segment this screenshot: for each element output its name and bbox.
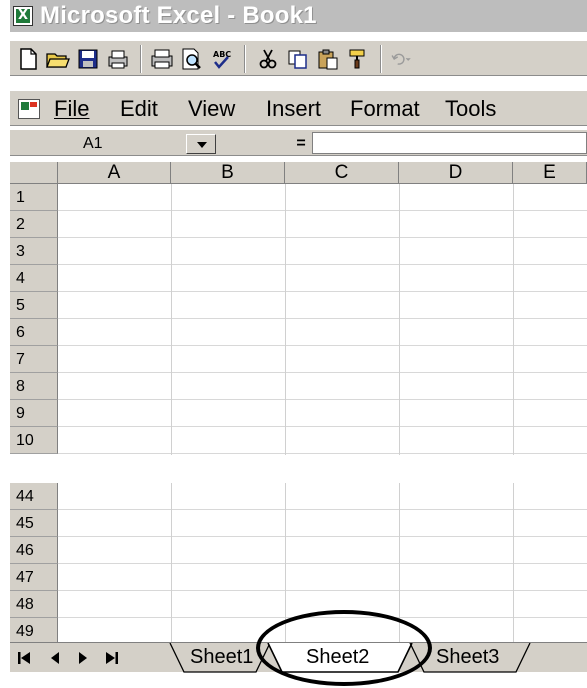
menu-edit-label: Edit	[120, 96, 158, 121]
column-header-a[interactable]: A	[58, 162, 171, 184]
menu-tools[interactable]: Tools	[445, 97, 496, 121]
toolbar-separator	[140, 45, 142, 73]
formula-input[interactable]	[312, 132, 587, 154]
row-gridline	[58, 372, 587, 373]
row-gridline	[58, 291, 587, 292]
last-sheet-icon[interactable]	[100, 647, 122, 669]
row-header-46[interactable]: 46	[10, 537, 58, 564]
column-header-b[interactable]: B	[171, 162, 285, 184]
menu-view[interactable]: View	[188, 97, 235, 121]
spelling-icon[interactable]: ABC	[208, 46, 236, 72]
name-box[interactable]: A1	[10, 132, 190, 154]
open-folder-icon[interactable]	[44, 46, 72, 72]
edit-formula-button[interactable]: =	[290, 135, 312, 153]
window-title: Microsoft Excel - Book1	[40, 2, 317, 29]
tab-sheet3-label: Sheet3	[436, 646, 500, 668]
row-gridline	[58, 509, 587, 510]
menu-file[interactable]: File	[54, 97, 89, 121]
row-header-48[interactable]: 48	[10, 591, 58, 618]
format-painter-icon[interactable]	[344, 46, 372, 72]
app-icon-glyph: X	[17, 8, 29, 23]
formula-bar: A1 =	[10, 130, 587, 156]
excel-window: X Microsoft Excel - Book1 ABC File Edit …	[0, 0, 587, 688]
row-header-7[interactable]: 7	[10, 346, 58, 373]
row-header-49[interactable]: 49	[10, 618, 58, 645]
workbook-icon[interactable]	[18, 99, 40, 119]
row-header-8[interactable]: 8	[10, 373, 58, 400]
menu-file-label: File	[54, 96, 90, 121]
row-gridline	[58, 264, 587, 265]
toolbar-separator	[380, 45, 382, 73]
column-gridline	[285, 184, 286, 455]
column-gridline	[513, 184, 514, 455]
row-header-10[interactable]: 10	[10, 427, 58, 454]
column-gridline	[399, 184, 400, 455]
cut-icon[interactable]	[254, 46, 282, 72]
copy-icon[interactable]	[284, 46, 312, 72]
row-header-45[interactable]: 45	[10, 510, 58, 537]
row-header-1[interactable]: 1	[10, 184, 58, 211]
paste-icon[interactable]	[314, 46, 342, 72]
skipped-rows-gap	[10, 455, 587, 483]
row-header-47[interactable]: 47	[10, 564, 58, 591]
print-preview-icon[interactable]	[104, 46, 132, 72]
menu-insert-label: Insert	[266, 96, 322, 121]
menu-tools-label: Tools	[445, 96, 497, 121]
column-header-d[interactable]: D	[399, 162, 513, 184]
row-gridline	[58, 426, 587, 427]
row-gridline	[58, 590, 587, 591]
row-header-9[interactable]: 9	[10, 400, 58, 427]
menu-bar: File Edit View Insert Format Tools	[10, 90, 587, 126]
standard-toolbar: ABC	[10, 40, 587, 76]
next-sheet-icon[interactable]	[72, 647, 94, 669]
previous-sheet-icon[interactable]	[44, 647, 66, 669]
menu-format[interactable]: Format	[350, 97, 420, 121]
row-gridline	[58, 210, 587, 211]
column-header-c[interactable]: C	[285, 162, 399, 184]
select-all-corner[interactable]	[10, 162, 58, 184]
row-gridline	[58, 345, 587, 346]
column-gridline	[513, 483, 514, 645]
undo-icon[interactable]	[390, 46, 418, 72]
name-box-dropdown-icon[interactable]	[186, 134, 216, 154]
row-header-3[interactable]: 3	[10, 238, 58, 265]
menu-insert[interactable]: Insert	[266, 97, 321, 121]
row-gridline	[58, 318, 587, 319]
row-gridline	[58, 453, 587, 454]
print-icon[interactable]	[148, 46, 176, 72]
menu-format-label: Format	[350, 96, 420, 121]
menu-edit[interactable]: Edit	[120, 97, 158, 121]
highlight-circle	[256, 610, 432, 686]
column-gridline	[171, 483, 172, 645]
excel-app-icon[interactable]: X	[13, 6, 33, 26]
worksheet-grid[interactable]: A B C D E 1 2 3 4 5 6 7 8 9 10 44 45 46 47 48 49	[10, 162, 587, 645]
row-header-4[interactable]: 4	[10, 265, 58, 292]
row-header-44[interactable]: 44	[10, 483, 58, 510]
tab-sheet1[interactable]: Sheet1	[170, 644, 253, 672]
column-gridline	[171, 184, 172, 455]
column-header-e[interactable]: E	[513, 162, 587, 184]
row-gridline	[58, 536, 587, 537]
row-gridline	[58, 563, 587, 564]
row-header-6[interactable]: 6	[10, 319, 58, 346]
first-sheet-icon[interactable]	[14, 647, 36, 669]
row-header-2[interactable]: 2	[10, 211, 58, 238]
preview-magnifier-icon[interactable]	[178, 46, 206, 72]
save-icon[interactable]	[74, 46, 102, 72]
row-gridline	[58, 399, 587, 400]
new-icon[interactable]	[14, 46, 42, 72]
row-header-5[interactable]: 5	[10, 292, 58, 319]
toolbar-separator	[244, 45, 246, 73]
tab-sheet1-label: Sheet1	[190, 646, 254, 668]
name-box-value: A1	[83, 135, 103, 152]
row-gridline	[58, 237, 587, 238]
menu-view-label: View	[188, 96, 236, 121]
title-bar: X Microsoft Excel - Book1	[10, 0, 587, 32]
